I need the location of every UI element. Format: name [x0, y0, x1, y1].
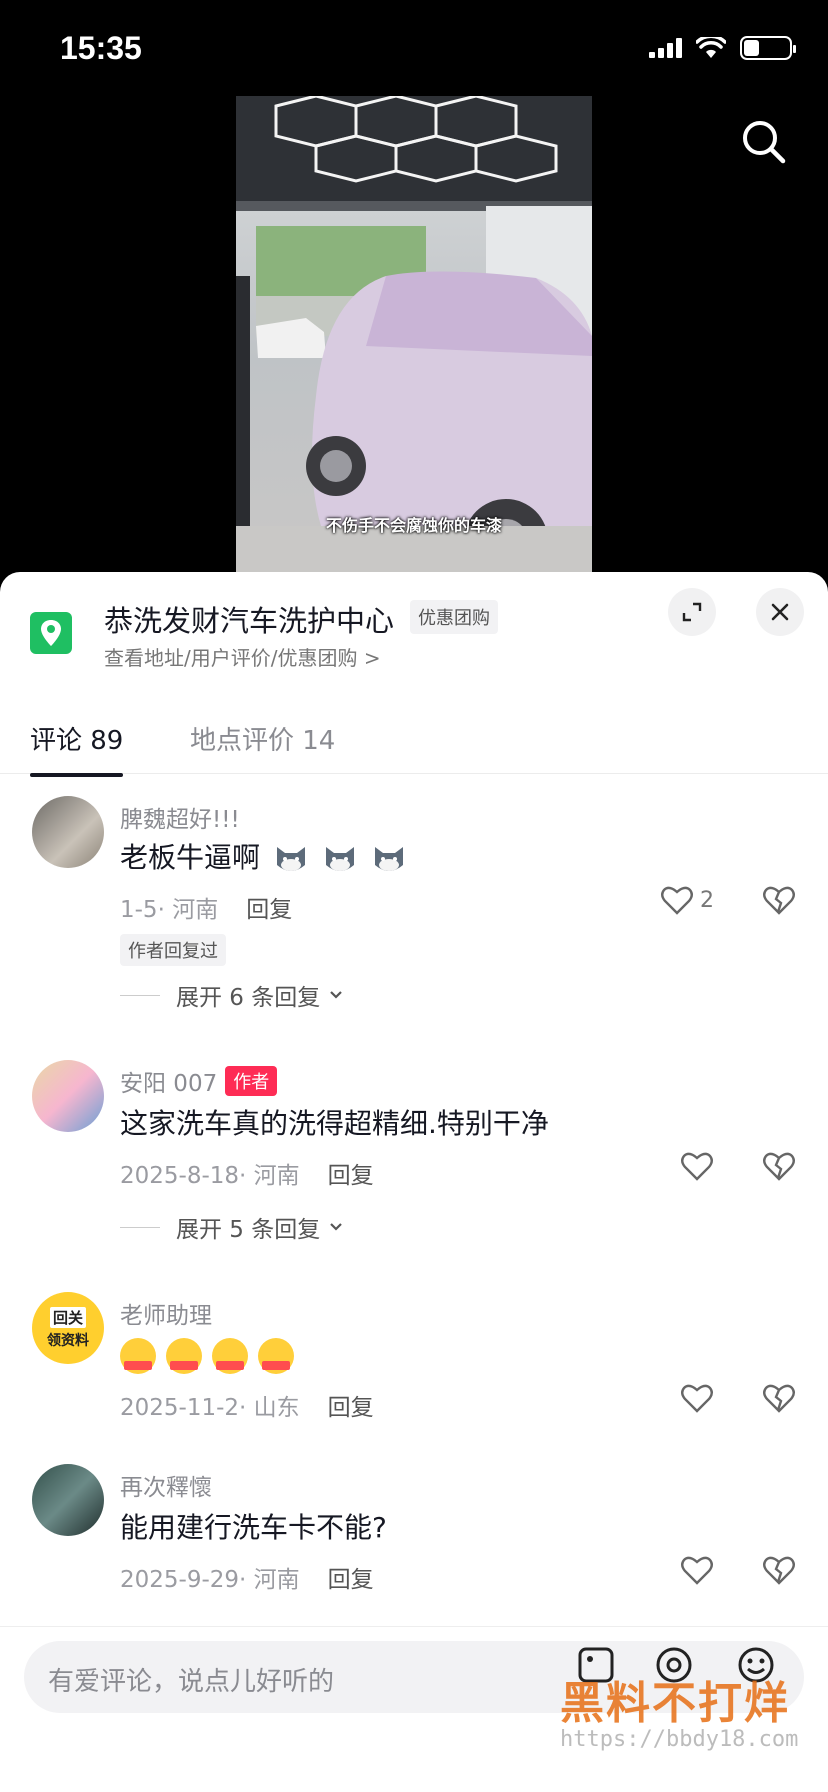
follow-me-emoji-icon [166, 1338, 202, 1374]
video-scene [236, 96, 592, 572]
status-bar: 15:35 [0, 0, 828, 96]
comment-date: 2025-11-2· 山东 [120, 1395, 300, 1421]
expand-button[interactable] [668, 588, 716, 636]
heart-icon[interactable] [680, 1150, 714, 1182]
avatar-text: 领资料 [47, 1332, 89, 1349]
poi-subtitle[interactable]: 查看地址/用户评价/优惠团购 > [104, 642, 381, 671]
comment-meta: 2025-8-18· 河南 回复 [120, 1156, 374, 1190]
close-icon [771, 603, 789, 621]
expand-replies-button[interactable]: 展开 5 条回复 [120, 1210, 346, 1244]
broken-heart-icon[interactable] [762, 1554, 796, 1586]
status-time: 15:35 [60, 30, 142, 66]
comment-sheet: 恭洗发财汽车洗护中心 优惠团购 查看地址/用户评价/优惠团购 > 评论 89 地… [0, 572, 828, 1792]
video-frame[interactable]: 不伤手不会腐蚀你的车漆 [236, 96, 592, 572]
heart-icon [661, 886, 693, 915]
expand-replies-button[interactable]: 展开 6 条回复 [120, 978, 346, 1012]
comment-username[interactable]: 再次釋懷 [120, 1468, 212, 1502]
follow-me-emoji-icon [258, 1338, 294, 1374]
poi-title[interactable]: 恭洗发财汽车洗护中心 [104, 598, 394, 640]
video-player[interactable]: 不伤手不会腐蚀你的车漆 [0, 96, 828, 572]
comment-date: 2025-8-18· 河南 [120, 1163, 300, 1189]
emoji-row [120, 1338, 294, 1374]
wolf-emoji-icon [374, 847, 403, 871]
broken-heart-icon[interactable] [762, 1150, 796, 1182]
comment-date: 2025-9-29· 河南 [120, 1567, 300, 1593]
username-text: 安阳 007 [120, 1071, 218, 1097]
follow-me-emoji-icon [212, 1338, 248, 1374]
signal-icon [649, 38, 682, 58]
avatar[interactable] [32, 1060, 104, 1132]
comment-meta: 1-5· 河南 回复 [120, 890, 292, 924]
comment-text: 老板牛逼啊 [120, 836, 407, 876]
reply-button[interactable]: 回复 [246, 897, 292, 923]
avatar[interactable] [32, 1464, 104, 1536]
like-button[interactable]: 2 [660, 884, 714, 916]
close-button[interactable] [756, 588, 804, 636]
avatar[interactable]: 回关 领资料 [32, 1292, 104, 1364]
comment-tabs: 评论 89 地点评价 14 [0, 710, 828, 777]
reply-button[interactable]: 回复 [328, 1567, 374, 1593]
watermark-text: 黑料不打烊 [560, 1678, 790, 1729]
poi-tag: 优惠团购 [410, 600, 498, 634]
avatar-text: 回关 [49, 1306, 86, 1328]
divider [120, 1226, 160, 1228]
divider [120, 994, 160, 996]
comment-date: 1-5· 河南 [120, 897, 219, 923]
avatar[interactable] [32, 796, 104, 868]
search-icon[interactable] [736, 114, 792, 170]
comment-username[interactable]: 安阳 007 作者 [120, 1064, 278, 1098]
watermark-url: https://bbdy18.com [560, 1727, 799, 1752]
battery-icon [740, 36, 796, 60]
comment-input-bar: 有爱评论，说点儿好听的 黑料不打烊 https://bbdy18.com [0, 1626, 828, 1792]
comment-input-placeholder: 有爱评论，说点儿好听的 [48, 1667, 335, 1697]
chevron-down-icon [330, 991, 343, 999]
poi-card[interactable]: 恭洗发财汽车洗护中心 优惠团购 查看地址/用户评价/优惠团购 > [0, 572, 828, 692]
author-badge: 作者 [225, 1066, 278, 1096]
comment-meta: 2025-9-29· 河南 回复 [120, 1560, 374, 1594]
follow-me-emoji-icon [120, 1338, 156, 1374]
expand-replies-label: 展开 6 条回复 [176, 985, 321, 1011]
status-icons [649, 36, 796, 60]
comment-text-content: 老板牛逼啊 [120, 841, 261, 874]
chevron-down-icon [330, 1223, 343, 1231]
comment-username[interactable]: 老师助理 [120, 1296, 212, 1330]
author-replied-tag: 作者回复过 [120, 934, 226, 966]
broken-heart-icon[interactable] [762, 884, 796, 916]
tab-place-reviews[interactable]: 地点评价 14 [190, 720, 335, 757]
expand-replies-label: 展开 5 条回复 [176, 1217, 321, 1243]
heart-icon[interactable] [680, 1554, 714, 1586]
wolf-emoji-icon [325, 847, 354, 871]
comment-text: 这家洗车真的洗得超精细.特别干净 [120, 1107, 549, 1140]
broken-heart-icon[interactable] [762, 1382, 796, 1414]
expand-icon [682, 602, 702, 622]
comment-username[interactable]: 脾魏超好!!! [120, 800, 240, 834]
comment-meta: 2025-11-2· 山东 回复 [120, 1388, 374, 1422]
location-pin-icon [30, 612, 72, 654]
tab-comments[interactable]: 评论 89 [30, 720, 124, 777]
reply-button[interactable]: 回复 [328, 1163, 374, 1189]
reply-button[interactable]: 回复 [328, 1395, 374, 1421]
comment-text: 能用建行洗车卡不能? [120, 1511, 387, 1544]
like-count: 2 [700, 887, 714, 913]
heart-icon[interactable] [680, 1382, 714, 1414]
wolf-emoji-icon [276, 847, 305, 871]
wifi-icon [696, 37, 726, 58]
video-caption: 不伤手不会腐蚀你的车漆 [325, 516, 502, 535]
